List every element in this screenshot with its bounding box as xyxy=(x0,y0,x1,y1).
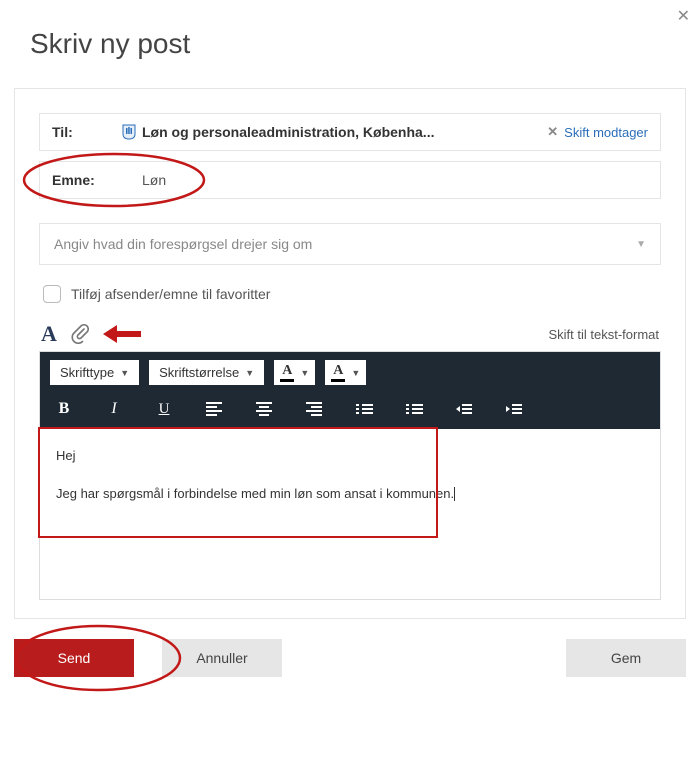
cancel-button[interactable]: Annuller xyxy=(162,639,282,677)
favorite-row[interactable]: Tilføj afsender/emne til favoritter xyxy=(39,279,661,321)
topic-select[interactable]: Angiv hvad din forespørgsel drejer sig o… xyxy=(39,223,661,265)
change-recipient-link[interactable]: ✕ Skift modtager xyxy=(547,124,648,140)
align-left-button[interactable] xyxy=(204,399,224,419)
font-size-select[interactable]: Skriftstørrelse ▼ xyxy=(149,360,264,385)
topic-placeholder: Angiv hvad din forespørgsel drejer sig o… xyxy=(54,236,312,252)
font-family-select[interactable]: Skrifttype ▼ xyxy=(50,360,139,385)
favorite-checkbox[interactable] xyxy=(43,285,61,303)
municipality-shield-icon xyxy=(122,124,136,140)
body-line-1: Hej xyxy=(56,447,644,465)
recipient-name: Løn og personaleadministration, Københa.… xyxy=(142,124,434,140)
bullet-list-button[interactable] xyxy=(354,399,374,419)
subject-label: Emne: xyxy=(52,172,122,188)
align-right-button[interactable] xyxy=(304,399,324,419)
recipient-row: Til: Løn og personaleadministration, Køb… xyxy=(39,113,661,151)
font-size-label: Skriftstørrelse xyxy=(159,365,239,380)
underline-button[interactable]: U xyxy=(154,399,174,419)
annotation-arrow-attachment xyxy=(103,325,141,343)
close-icon[interactable]: ✕ xyxy=(677,6,690,26)
clear-recipient-icon[interactable]: ✕ xyxy=(547,124,558,140)
subject-value[interactable]: Løn xyxy=(142,172,166,188)
attachment-icon[interactable] xyxy=(71,324,89,344)
text-format-icon[interactable]: A xyxy=(41,321,57,347)
italic-button[interactable]: I xyxy=(104,399,124,419)
action-bar: Send Annuller Gem xyxy=(14,639,686,697)
send-button[interactable]: Send xyxy=(14,639,134,677)
caret-down-icon: ▼ xyxy=(300,368,309,378)
indent-button[interactable] xyxy=(504,399,524,419)
editor-body[interactable]: Hej Jeg har spørgsmål i forbindelse med … xyxy=(40,429,660,599)
caret-down-icon: ▼ xyxy=(245,368,254,378)
text-caret xyxy=(454,487,455,501)
page-title: Skriv ny post xyxy=(0,0,700,60)
favorite-label: Tilføj afsender/emne til favoritter xyxy=(71,286,270,302)
recipient-value: Løn og personaleadministration, Københa.… xyxy=(122,124,547,140)
bold-button[interactable]: B xyxy=(54,399,74,419)
body-line-2: Jeg har spørgsmål i forbindelse med min … xyxy=(56,486,454,501)
recipient-label: Til: xyxy=(52,124,122,140)
save-button[interactable]: Gem xyxy=(566,639,686,677)
caret-down-icon: ▼ xyxy=(120,368,129,378)
switch-format-link[interactable]: Skift til tekst-format xyxy=(548,327,659,342)
subject-row: Emne: Løn xyxy=(39,161,661,199)
editor-options-bar: A Skift til tekst-format xyxy=(39,321,661,351)
align-center-button[interactable] xyxy=(254,399,274,419)
outdent-button[interactable] xyxy=(454,399,474,419)
editor-toolbar: Skrifttype ▼ Skriftstørrelse ▼ A ▼ A ▼ B xyxy=(40,352,660,429)
chevron-down-icon: ▼ xyxy=(636,239,646,250)
font-color-select[interactable]: A ▼ xyxy=(274,360,315,385)
highlight-color-select[interactable]: A ▼ xyxy=(325,360,366,385)
rich-text-editor: Skrifttype ▼ Skriftstørrelse ▼ A ▼ A ▼ B xyxy=(39,351,661,600)
change-recipient-label: Skift modtager xyxy=(564,125,648,140)
compose-form: Til: Løn og personaleadministration, Køb… xyxy=(14,88,686,619)
font-family-label: Skrifttype xyxy=(60,365,114,380)
numbered-list-button[interactable] xyxy=(404,399,424,419)
caret-down-icon: ▼ xyxy=(351,368,360,378)
